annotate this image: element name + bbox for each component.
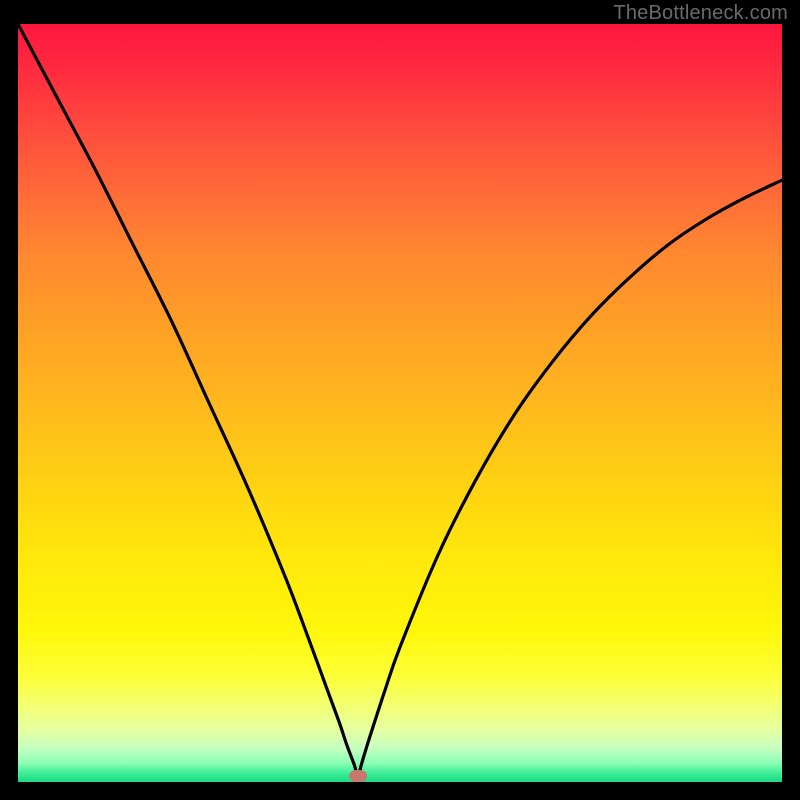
watermark-text: TheBottleneck.com xyxy=(613,2,788,25)
bottleneck-curve xyxy=(18,24,782,782)
plot-area xyxy=(18,24,782,782)
chart-frame: TheBottleneck.com xyxy=(0,0,800,800)
optimal-point-marker xyxy=(349,770,367,782)
